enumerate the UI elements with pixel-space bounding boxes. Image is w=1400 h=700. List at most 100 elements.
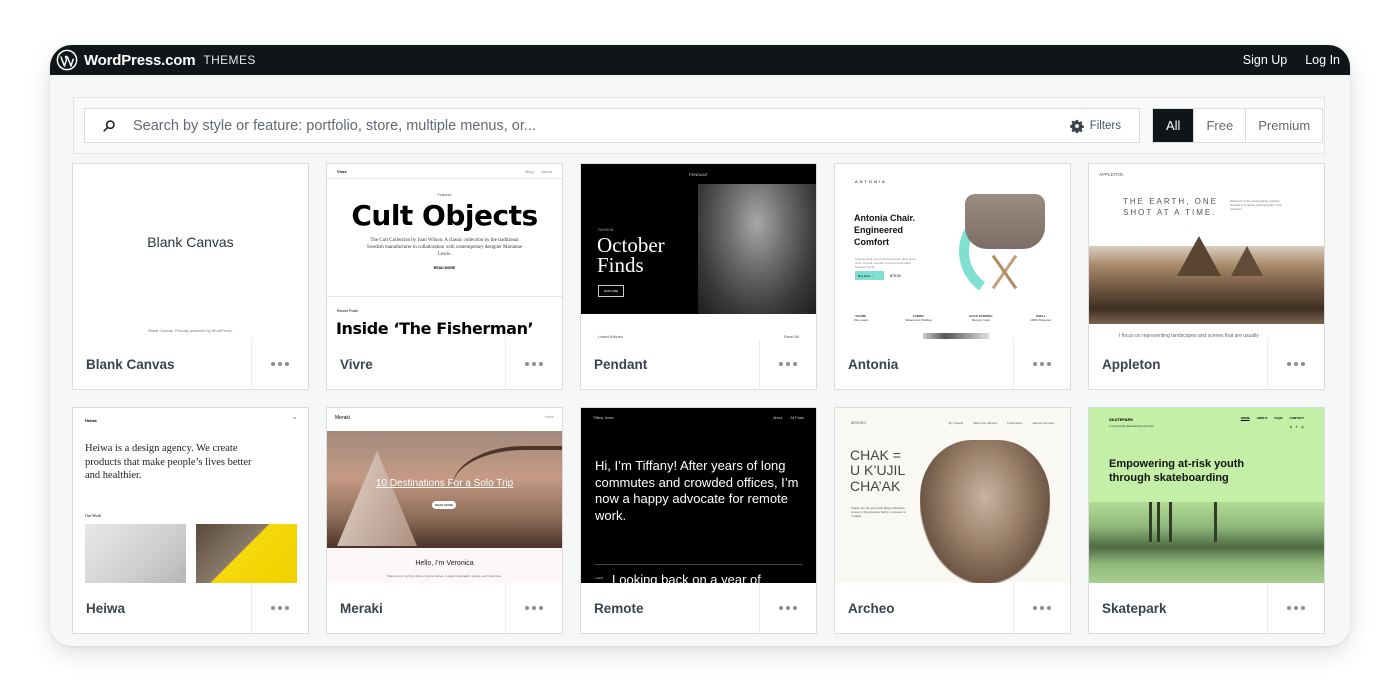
preview-headline: CHAK = U K’UJIL CHA’AK (850, 447, 906, 494)
preview-cta: READ MORE (433, 266, 456, 271)
preview-site-name: Vivre (337, 168, 347, 174)
preview-site-name: SKATEPARK (1109, 417, 1134, 422)
search-icon[interactable] (102, 119, 116, 133)
preview-photo (698, 184, 816, 314)
theme-card[interactable]: Blank Canvas Blank Canvas. Proudly power… (72, 163, 309, 390)
theme-card[interactable]: APPLETON THE EARTH, ONE SHOT AT A TIME. W… (1088, 163, 1325, 390)
theme-name[interactable]: Archeo (835, 583, 1013, 633)
preview-headline: Hi, I’m Tiffany! After years of long com… (595, 458, 799, 523)
preview-site-name: ARCHEO (851, 421, 866, 425)
preview-kicker: Featured (437, 193, 452, 197)
preview-headline: Antonia Chair. Engineered Comfort (854, 213, 916, 248)
preview-hero-image (327, 431, 562, 548)
palm-tree-shape (1169, 502, 1172, 542)
more-options-button[interactable] (251, 583, 308, 633)
filters-label: Filters (1089, 119, 1121, 132)
theme-preview[interactable]: SKATEPARK A not-for-profit skateboarding… (1089, 408, 1324, 584)
theme-card[interactable]: ANTONIA Antonia Chair. Engineered Comfor… (834, 163, 1071, 390)
preview-headline: 10 Destinations For a Solo Trip (375, 478, 514, 489)
preview-body: Chaak, the rain god of the Maya civiliza… (851, 506, 906, 519)
preview-headline: THE EARTH, ONE SHOT AT A TIME. (1123, 197, 1218, 217)
more-options-button[interactable] (1267, 583, 1324, 633)
theme-preview[interactable]: APPLETON THE EARTH, ONE SHOT AT A TIME. W… (1089, 164, 1324, 340)
preview-nav: My Travels Tales from Mexico Field Notes Sa… (948, 421, 1054, 425)
theme-preview[interactable]: Meraki Home 10 Destinations For a Solo T… (327, 408, 562, 584)
theme-card[interactable]: Meraki Home 10 Destinations For a Solo T… (326, 407, 563, 634)
more-options-button[interactable] (1267, 339, 1324, 389)
theme-preview[interactable]: Vivre Blog About Featured Cult Objects Th… (327, 164, 562, 340)
theme-name[interactable]: Meraki (327, 583, 505, 633)
more-options-button[interactable] (759, 583, 816, 633)
preview-site-name: ANTONIA (855, 179, 887, 184)
theme-name[interactable]: Vivre (327, 339, 505, 389)
preview-kicker: FASHION (598, 228, 614, 232)
brand-name: WordPress.com (84, 51, 196, 69)
masthead: WordPress.com THEMES Sign Up Log In (50, 45, 1350, 75)
theme-name[interactable]: Skatepark (1089, 583, 1267, 633)
preview-site-name: Meraki (335, 415, 351, 421)
theme-preview[interactable]: Blank Canvas Blank Canvas. Proudly power… (73, 164, 308, 340)
brand[interactable]: WordPress.com THEMES (56, 49, 256, 71)
preview-section: Recent Posts (337, 309, 358, 313)
preview-social-icons: ● f ◎ (1289, 425, 1304, 429)
preview-nav-item: About (541, 168, 552, 174)
preview-site-name: Tiffany Jones (593, 416, 614, 420)
preview-site-name: APPLETON (1099, 172, 1123, 177)
theme-card[interactable]: SKATEPARK A not-for-profit skateboarding… (1088, 407, 1325, 634)
more-options-button[interactable] (505, 583, 562, 633)
preview-headline: Empowering at-risk youth through skatebo… (1109, 458, 1245, 485)
filters-button[interactable]: Filters (1069, 119, 1121, 133)
filter-all[interactable]: All (1153, 109, 1194, 142)
preview-section: Our Work (85, 513, 101, 518)
filter-premium[interactable]: Premium (1245, 109, 1322, 142)
ellipsis-icon (525, 362, 543, 366)
theme-name[interactable]: Antonia (835, 339, 1013, 389)
search-bar: Filters (84, 108, 1140, 143)
theme-preview[interactable]: PENDANT FASHION October Finds EXPLORE Lat… (581, 164, 816, 340)
card-footer: Remote (581, 583, 816, 633)
theme-card[interactable]: ARCHEO My Travels Tales from Mexico Field … (834, 407, 1071, 634)
preview-headline: Cult Objects (351, 199, 538, 232)
preview-header: Vivre Blog About (327, 164, 562, 179)
brand-section: THEMES (203, 53, 256, 67)
menu-icon: = (293, 416, 296, 422)
theme-preview[interactable]: Heiwa = Heiwa is a design agency. We cre… (73, 408, 308, 584)
more-options-button[interactable] (1013, 339, 1070, 389)
search-input[interactable] (133, 117, 1070, 134)
themes-toolbar: Filters All Free Premium (73, 97, 1325, 154)
card-footer: Archeo (835, 583, 1070, 633)
theme-preview[interactable]: ANTONIA Antonia Chair. Engineered Comfor… (835, 164, 1070, 340)
preview-statue-image (920, 440, 1050, 584)
theme-preview[interactable]: Tiffany Jones About All Posts Hi, I’m Tif… (581, 408, 816, 584)
card-footer: Pendant (581, 339, 816, 389)
theme-card[interactable]: PENDANT FASHION October Finds EXPLORE Lat… (580, 163, 817, 390)
preview-tag: FEED (595, 576, 604, 580)
theme-preview[interactable]: ARCHEO My Travels Tales from Mexico Field … (835, 408, 1070, 584)
more-options-button[interactable] (1013, 583, 1070, 633)
theme-card[interactable]: Tiffany Jones About All Posts Hi, I’m Tif… (580, 407, 817, 634)
theme-card[interactable]: Heiwa = Heiwa is a design agency. We cre… (72, 407, 309, 634)
card-footer: Heiwa (73, 583, 308, 633)
log-in-link[interactable]: Log In (1305, 53, 1340, 67)
preview-hero: PENDANT FASHION October Finds EXPLORE (581, 164, 816, 314)
theme-name[interactable]: Pendant (581, 339, 759, 389)
preview-divider (327, 296, 562, 297)
theme-name[interactable]: Blank Canvas (73, 339, 251, 389)
preview-nav: About All Posts (773, 416, 804, 420)
theme-card[interactable]: Vivre Blog About Featured Cult Objects Th… (326, 163, 563, 390)
theme-name[interactable]: Remote (581, 583, 759, 633)
more-options-button[interactable] (251, 339, 308, 389)
preview-cta: EXPLORE (598, 285, 625, 297)
more-options-button[interactable] (505, 339, 562, 389)
ellipsis-icon (271, 362, 289, 366)
wordpress-logo-icon (56, 49, 78, 71)
preview-divider (595, 564, 802, 565)
theme-name[interactable]: Appleton (1089, 339, 1267, 389)
preview-work-image (85, 524, 186, 584)
filter-free[interactable]: Free (1193, 109, 1245, 142)
preview-chair-image (965, 194, 1045, 249)
sign-up-link[interactable]: Sign Up (1243, 53, 1287, 67)
preview-intro: Welcome to the photography portfolio web… (1230, 199, 1283, 211)
theme-name[interactable]: Heiwa (73, 583, 251, 633)
more-options-button[interactable] (759, 339, 816, 389)
